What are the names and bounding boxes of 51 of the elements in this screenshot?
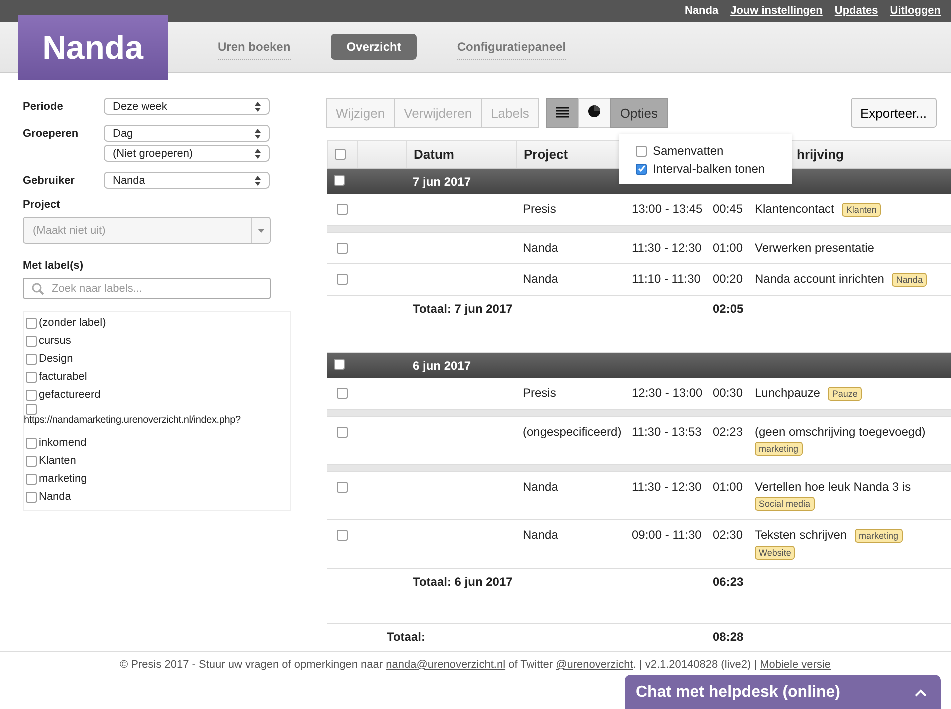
table-cell-text: 00:30 <box>712 385 744 402</box>
grand-total-value: 08:28 <box>712 629 745 644</box>
label-tag: Klanten <box>842 203 881 217</box>
table-cell: Nanda account inrichten <box>755 272 884 287</box>
filter-label: Gebruiker <box>23 174 76 189</box>
table-cell-text: 11:30 - 12:30 <box>631 240 703 257</box>
table-cell-text: 00:20 <box>712 271 744 288</box>
table-cell-text: 11:30 - 13:53 <box>631 424 703 441</box>
table-cell-text: 13:00 - 13:45 <box>631 201 704 218</box>
table-cell-text: (ongespecificeerd) <box>522 424 623 441</box>
table-cell-text: 09:00 - 11:30 <box>631 527 703 544</box>
table-cell-text: 01:00 <box>712 479 744 496</box>
label-tag: Social media <box>755 497 815 511</box>
table-cell-text: Nanda <box>522 271 560 288</box>
total-value: 02:05 <box>712 301 745 316</box>
filter-label: Periode <box>23 100 64 115</box>
table-cell-text: 11:30 - 12:30 <box>631 479 703 496</box>
labels-label: Met label(s) <box>23 260 85 272</box>
label-tag: Nanda <box>892 273 927 287</box>
total-value: 06:23 <box>712 574 745 589</box>
project-label: Project <box>23 199 62 211</box>
table-cell-text: 00:45 <box>712 201 744 218</box>
table-cell-text: Nanda <box>522 527 560 544</box>
table-cell: Vertellen hoe leuk Nanda 3 is <box>755 480 912 494</box>
table-cell-text: Presis <box>522 385 558 402</box>
label-tag: Pauze <box>828 387 862 401</box>
footer-text: © Presis 2017 - Stuur uw vragen of opmerkingen naar nanda@urenoverzicht.nl of Twitter @urenoverzicht. | v2.1.20140828 (live2) | Mobiele versie <box>120 659 832 671</box>
table-cell-text: 12:30 - 13:00 <box>631 385 704 402</box>
table-cell: Verwerken presentatie <box>755 241 874 255</box>
logo: Nanda <box>18 15 168 80</box>
total-label: Totaal: 7 jun 2017 <box>412 301 514 316</box>
group-date: 6 jun 2017 <box>412 358 472 372</box>
user-name: Nanda <box>684 5 719 17</box>
filter-label: Groeperen <box>23 127 80 142</box>
table-cell: Lunchpauze <box>755 386 820 401</box>
table-cell-text: Presis <box>522 201 558 218</box>
table-cell-text: Nanda <box>522 240 560 257</box>
table-cell: (geen omschrijving toegevoegd) <box>755 425 926 439</box>
table-cell: Teksten schrijven <box>755 528 848 543</box>
group-date: 7 jun 2017 <box>412 174 472 188</box>
table-cell-text: Nanda <box>522 479 560 496</box>
total-label: Totaal: 6 jun 2017 <box>412 574 514 589</box>
table-cell: Klantencontact <box>755 202 834 217</box>
table-cell-text: 02:30 <box>712 527 744 544</box>
table-cell-text: 11:10 - 11:30 <box>631 271 702 288</box>
label-tag: marketing <box>755 442 803 456</box>
table-cell-text: 02:23 <box>712 424 744 441</box>
grand-total-label: Totaal: <box>386 629 426 644</box>
label-tag: Website <box>755 546 796 560</box>
label-tag: marketing <box>855 529 903 543</box>
table-cell-text: 01:00 <box>712 240 744 257</box>
